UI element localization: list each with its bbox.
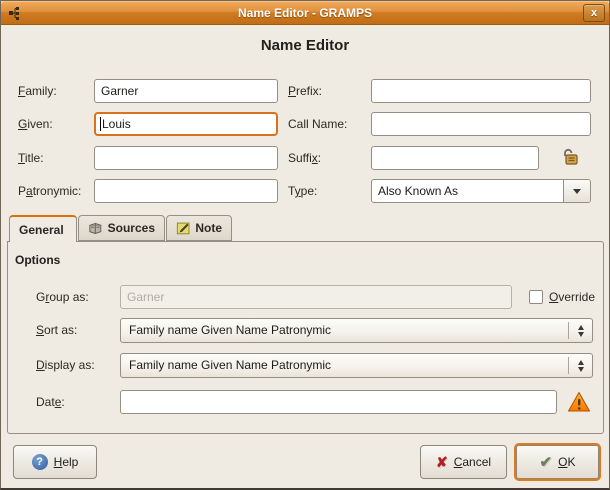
sort-as-value: Family name Given Name Patronymic bbox=[121, 319, 568, 342]
type-dropdown[interactable]: Also Known As bbox=[371, 179, 591, 203]
given-field[interactable] bbox=[94, 112, 278, 136]
name-editor-dialog: Name Editor - GRAMPS x Name Editor Famil… bbox=[0, 0, 610, 490]
ok-check-icon: ✔ bbox=[540, 455, 553, 470]
call-name-label: Call Name: bbox=[288, 112, 347, 136]
sources-book-icon bbox=[88, 220, 103, 236]
help-button[interactable]: ? Help bbox=[13, 445, 97, 479]
prefix-label: Prefix: bbox=[288, 79, 322, 103]
display-as-value: Family name Given Name Patronymic bbox=[121, 354, 568, 377]
cancel-button-label: Cancel bbox=[454, 455, 491, 469]
open-padlock-icon[interactable] bbox=[559, 147, 579, 167]
help-icon: ? bbox=[32, 454, 48, 470]
help-button-label: Help bbox=[54, 455, 79, 469]
suffix-label: Suffix: bbox=[288, 146, 321, 170]
warning-triangle-icon bbox=[567, 391, 591, 413]
close-icon[interactable]: x bbox=[583, 4, 605, 22]
tab-sources[interactable]: Sources bbox=[78, 215, 165, 241]
override-label: Override bbox=[549, 285, 595, 309]
titlebar[interactable]: Name Editor - GRAMPS x bbox=[1, 1, 609, 25]
family-label: Family: bbox=[18, 79, 57, 103]
group-as-field bbox=[120, 285, 512, 309]
date-field[interactable] bbox=[120, 390, 557, 414]
arrow-up-icon bbox=[578, 360, 584, 365]
note-icon bbox=[176, 220, 190, 236]
title-field[interactable] bbox=[94, 146, 278, 170]
display-as-dropdown[interactable]: Family name Given Name Patronymic bbox=[120, 353, 593, 378]
sort-as-spinner[interactable] bbox=[568, 322, 592, 339]
display-as-label: Display as: bbox=[36, 353, 95, 377]
type-label: Type: bbox=[288, 179, 317, 203]
page-title: Name Editor bbox=[1, 37, 609, 54]
display-as-spinner[interactable] bbox=[568, 357, 592, 374]
ok-button[interactable]: ✔ OK bbox=[516, 445, 599, 479]
type-dropdown-value: Also Known As bbox=[372, 180, 563, 202]
window-title: Name Editor - GRAMPS bbox=[1, 6, 609, 20]
override-checkbox[interactable] bbox=[529, 290, 543, 304]
title-label: Title: bbox=[18, 146, 44, 170]
arrow-down-icon bbox=[578, 332, 584, 337]
ok-button-label: OK bbox=[558, 455, 575, 469]
patronymic-label: Patronymic: bbox=[18, 179, 81, 203]
tab-note[interactable]: Note bbox=[166, 215, 232, 241]
family-field[interactable] bbox=[94, 79, 278, 103]
type-dropdown-button[interactable] bbox=[563, 180, 590, 202]
tab-general-label: General bbox=[19, 223, 64, 237]
date-label: Date: bbox=[36, 390, 65, 414]
given-label: Given: bbox=[18, 112, 53, 136]
group-as-label: Group as: bbox=[36, 285, 89, 309]
arrow-down-icon bbox=[578, 367, 584, 372]
prefix-field[interactable] bbox=[371, 79, 591, 103]
tab-note-label: Note bbox=[195, 221, 222, 235]
suffix-field[interactable] bbox=[371, 146, 539, 170]
tab-general[interactable]: General bbox=[9, 215, 77, 242]
chevron-down-icon bbox=[573, 189, 581, 194]
cancel-x-icon: ✘ bbox=[436, 455, 448, 469]
arrow-up-icon bbox=[578, 325, 584, 330]
options-section-title: Options bbox=[15, 253, 60, 267]
call-name-field[interactable] bbox=[371, 112, 591, 136]
tab-sources-label: Sources bbox=[108, 221, 155, 235]
sort-as-dropdown[interactable]: Family name Given Name Patronymic bbox=[120, 318, 593, 343]
patronymic-field[interactable] bbox=[94, 179, 278, 203]
cancel-button[interactable]: ✘ Cancel bbox=[420, 445, 507, 479]
sort-as-label: Sort as: bbox=[36, 318, 77, 342]
